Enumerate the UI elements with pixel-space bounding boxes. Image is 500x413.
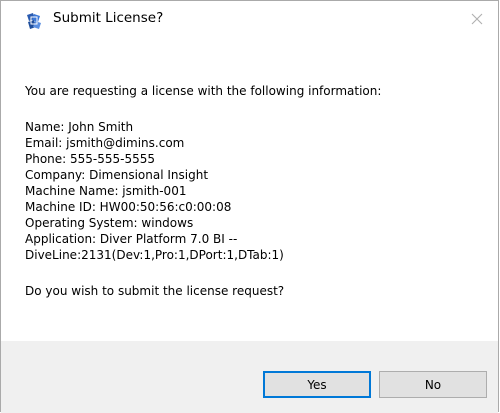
info-email: Email: jsmith@dimins.com xyxy=(25,136,185,150)
info-company: Company: Dimensional Insight xyxy=(25,168,209,182)
no-button[interactable]: No xyxy=(379,371,487,398)
info-machine-name: Machine Name: jsmith-001 xyxy=(25,184,187,198)
close-icon xyxy=(471,13,483,25)
license-info: Name: John Smith Email: jsmith@dimins.co… xyxy=(25,119,485,263)
app-icon xyxy=(24,11,44,31)
title-bar: Submit License? xyxy=(1,1,498,37)
info-name: Name: John Smith xyxy=(25,120,134,134)
question-text: Do you wish to submit the license reques… xyxy=(25,284,285,298)
dialog-title: Submit License? xyxy=(53,10,164,26)
info-diveline: DiveLine:2131(Dev:1,Pro:1,DPort:1,DTab:1… xyxy=(25,248,284,262)
yes-button[interactable]: Yes xyxy=(263,371,371,398)
intro-text: You are requesting a license with the fo… xyxy=(25,84,382,98)
button-bar: Yes No xyxy=(1,341,498,413)
message-body: You are requesting a license with the fo… xyxy=(25,83,485,299)
info-operating-system: Operating System: windows xyxy=(25,216,194,230)
close-button[interactable] xyxy=(462,5,492,33)
info-application: Application: Diver Platform 7.0 BI -- xyxy=(25,232,238,246)
info-phone: Phone: 555-555-5555 xyxy=(25,152,156,166)
license-dialog: Submit License? You are requesting a lic… xyxy=(0,0,499,413)
info-machine-id: Machine ID: HW00:50:56:c0:00:08 xyxy=(25,200,232,214)
